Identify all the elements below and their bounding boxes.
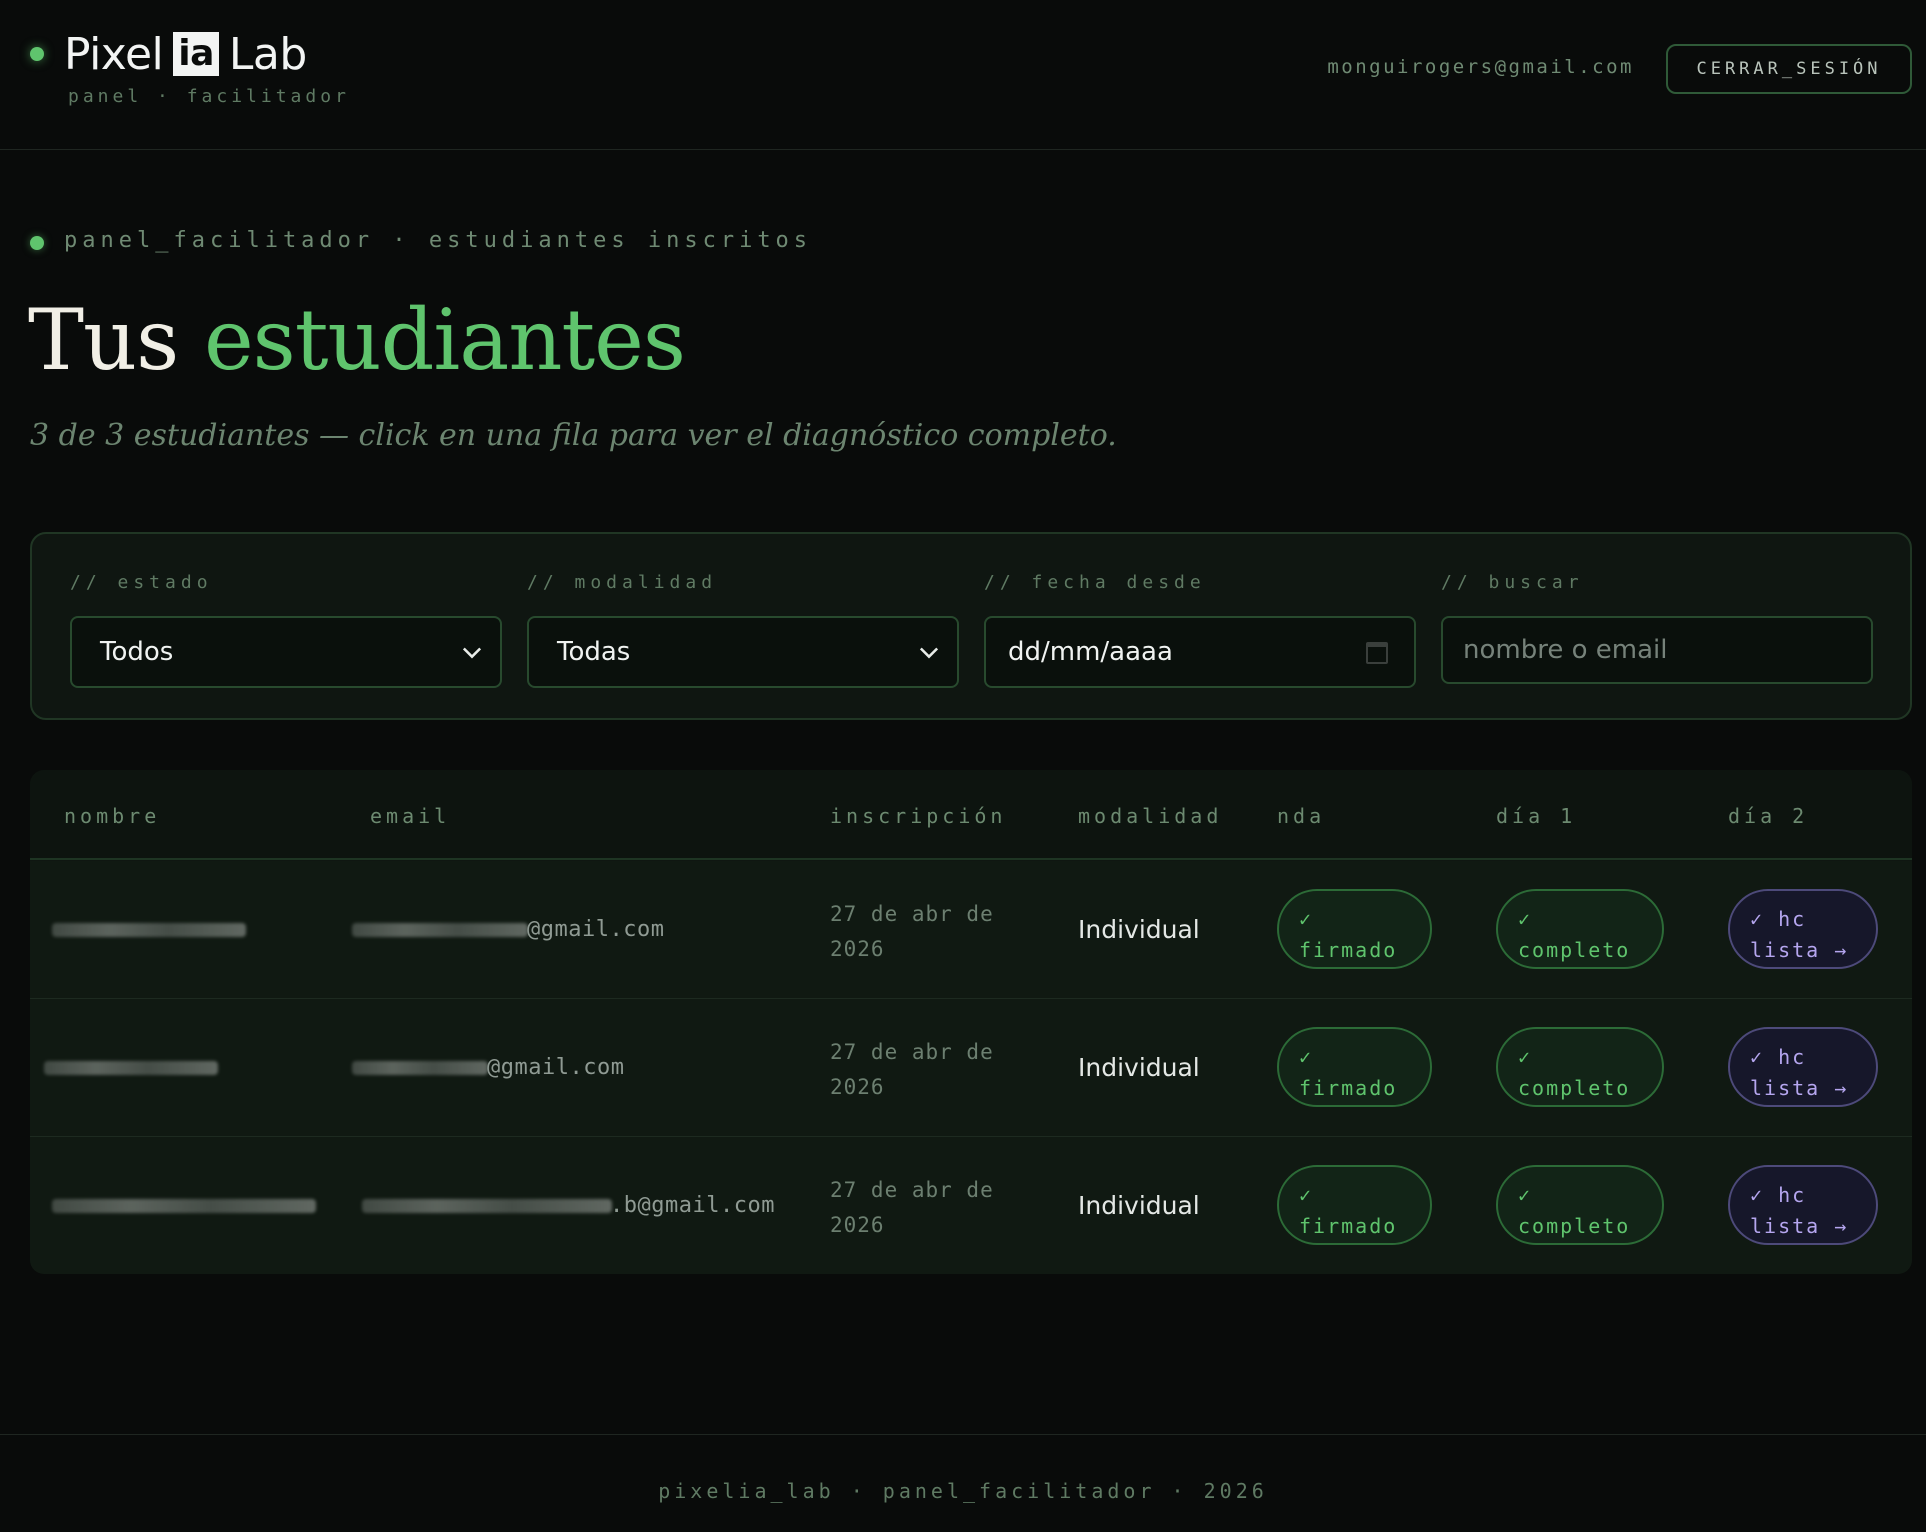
students-table: nombre email inscripción modalidad nda d… — [30, 770, 1912, 1274]
nda-status-label: firmado — [1299, 1076, 1398, 1100]
enrollment-date-line2: 2026 — [830, 937, 885, 961]
check-icon: ✓ — [1299, 1045, 1314, 1069]
enrollment-date-line2: 2026 — [830, 1075, 885, 1099]
filter-estado-label: // estado — [70, 572, 213, 593]
filters-panel: // estado Todos // modalidad Todas // fe… — [30, 532, 1912, 720]
column-header-dia-2[interactable]: día 2 — [1728, 804, 1808, 828]
student-email-suffix: @gmail.com — [527, 917, 665, 942]
check-icon: ✓ — [1518, 1045, 1533, 1069]
modalidad-select-value: Todas — [557, 637, 631, 667]
enrollment-date-line1: 27 de abr de — [830, 1040, 994, 1064]
dia-1-status-badge: ✓ completo — [1496, 889, 1664, 969]
enrollment-date-line2: 2026 — [830, 1213, 885, 1237]
breadcrumb-dot-icon — [30, 236, 44, 250]
column-header-inscripcion[interactable]: inscripción — [830, 804, 1006, 828]
chevron-down-icon — [919, 647, 939, 659]
table-row[interactable]: @gmail.com 27 de abr de 2026 Individual … — [30, 999, 1912, 1137]
breadcrumb: panel_facilitador · estudiantes inscrito… — [64, 228, 813, 253]
nda-status-badge: ✓ firmado — [1277, 1165, 1432, 1245]
dia-1-status-badge: ✓ completo — [1496, 1165, 1664, 1245]
footer-text: pixelia_lab · panel_facilitador · 2026 — [658, 1479, 1268, 1503]
dia-1-status-label: completo — [1518, 1214, 1631, 1238]
dia-2-status-line1: ✓ hc — [1750, 1183, 1807, 1207]
chevron-down-icon — [462, 647, 482, 659]
filter-estado: // estado Todos — [70, 572, 502, 688]
modalidad-value: Individual — [1078, 1191, 1200, 1220]
dia-2-status-line2: lista → — [1750, 938, 1849, 962]
column-header-modalidad[interactable]: modalidad — [1078, 804, 1222, 828]
filter-buscar: // buscar nombre o email — [1441, 572, 1873, 684]
column-header-dia-1[interactable]: día 1 — [1496, 804, 1576, 828]
filter-fecha: // fecha desde dd/mm/aaaa — [984, 572, 1416, 688]
user-email: monguirogers@gmail.com — [1327, 56, 1634, 78]
enrollment-date-line1: 27 de abr de — [830, 1178, 994, 1202]
filter-fecha-label: // fecha desde — [984, 572, 1206, 593]
nda-status-label: firmado — [1299, 938, 1398, 962]
logout-button[interactable]: CERRAR_SESIÓN — [1666, 44, 1912, 94]
page-footer: pixelia_lab · panel_facilitador · 2026 — [0, 1434, 1926, 1532]
modalidad-value: Individual — [1078, 1053, 1200, 1082]
page-title: Tus estudiantes — [28, 290, 686, 390]
column-header-nombre[interactable]: nombre — [64, 804, 160, 828]
modalidad-value: Individual — [1078, 915, 1200, 944]
enrollment-date-line1: 27 de abr de — [830, 902, 994, 926]
nda-status-label: firmado — [1299, 1214, 1398, 1238]
dia-2-status-line1: ✓ hc — [1750, 907, 1807, 931]
nda-status-badge: ✓ firmado — [1277, 1027, 1432, 1107]
fecha-desde-value: dd/mm/aaaa — [1008, 637, 1173, 667]
dia-2-status-line2: lista → — [1750, 1076, 1849, 1100]
top-header: Pixel ia Lab panel · facilitador monguir… — [0, 0, 1926, 150]
dia-1-status-label: completo — [1518, 1076, 1631, 1100]
brand-logo[interactable]: Pixel ia Lab — [64, 26, 307, 82]
dia-2-status-line2: lista → — [1750, 1214, 1849, 1238]
column-header-email[interactable]: email — [370, 804, 450, 828]
enrollment-date: 27 de abr de 2026 — [830, 1035, 1020, 1105]
page-title-plain: Tus — [28, 291, 179, 389]
table-row[interactable]: .b@gmail.com 27 de abr de 2026 Individua… — [30, 1137, 1912, 1274]
filter-modalidad: // modalidad Todas — [527, 572, 959, 688]
search-input[interactable]: nombre o email — [1441, 616, 1873, 684]
modalidad-select[interactable]: Todas — [527, 616, 959, 688]
fecha-desde-input[interactable]: dd/mm/aaaa — [984, 616, 1416, 688]
page-subtitle: 3 de 3 estudiantes — click en una fila p… — [30, 418, 1117, 453]
nda-status-badge: ✓ firmado — [1277, 889, 1432, 969]
dia-1-status-badge: ✓ completo — [1496, 1027, 1664, 1107]
table-header: nombre email inscripción modalidad nda d… — [30, 770, 1912, 860]
status-dot-icon — [30, 47, 44, 61]
calendar-icon[interactable] — [1366, 642, 1388, 664]
student-email-suffix: @gmail.com — [487, 1055, 625, 1080]
estado-select[interactable]: Todos — [70, 616, 502, 688]
dia-2-hc-link[interactable]: ✓ hc lista → — [1728, 889, 1878, 969]
dia-2-hc-link[interactable]: ✓ hc lista → — [1728, 1165, 1878, 1245]
check-icon: ✓ — [1518, 1183, 1533, 1207]
brand-subtitle: panel · facilitador — [68, 86, 350, 107]
search-input-placeholder: nombre o email — [1463, 635, 1668, 665]
check-icon: ✓ — [1299, 907, 1314, 931]
column-header-nda[interactable]: nda — [1277, 804, 1325, 828]
page-title-accent: estudiantes — [203, 291, 686, 389]
dia-1-status-label: completo — [1518, 938, 1631, 962]
check-icon: ✓ — [1299, 1183, 1314, 1207]
estado-select-value: Todos — [100, 637, 174, 667]
enrollment-date: 27 de abr de 2026 — [830, 1173, 1020, 1243]
table-row[interactable]: @gmail.com 27 de abr de 2026 Individual … — [30, 861, 1912, 999]
filter-buscar-label: // buscar — [1441, 572, 1584, 593]
student-email-suffix: .b@gmail.com — [610, 1193, 775, 1218]
enrollment-date: 27 de abr de 2026 — [830, 897, 1020, 967]
brand-text-post: Lab — [228, 28, 307, 80]
dia-2-hc-link[interactable]: ✓ hc lista → — [1728, 1027, 1878, 1107]
check-icon: ✓ — [1518, 907, 1533, 931]
brand-text-ia: ia — [173, 32, 219, 76]
brand-text-pre: Pixel — [64, 28, 164, 80]
filter-modalidad-label: // modalidad — [527, 572, 718, 593]
dia-2-status-line1: ✓ hc — [1750, 1045, 1807, 1069]
